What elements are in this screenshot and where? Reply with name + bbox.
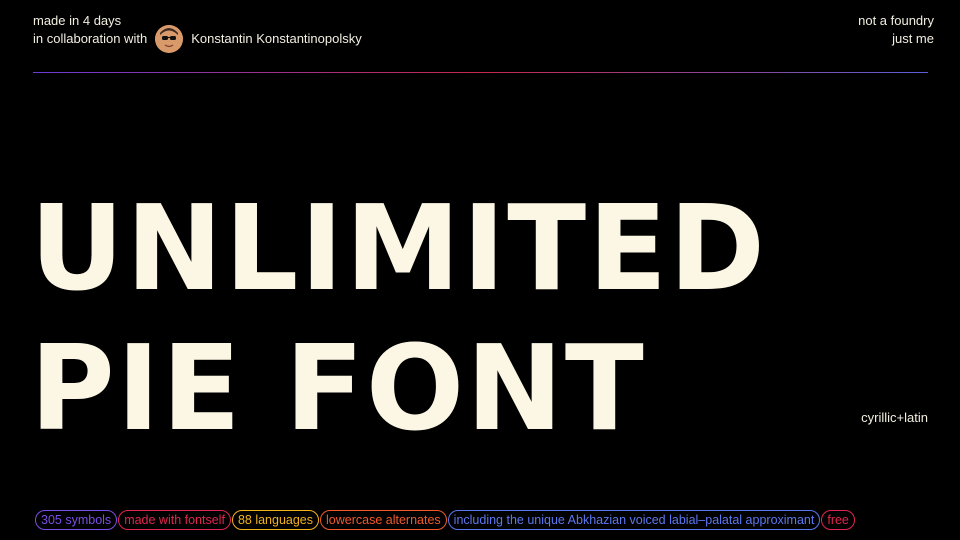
gradient-divider xyxy=(33,72,928,73)
collaboration-prefix: in collaboration with xyxy=(33,31,148,46)
foundry-line-2: just me xyxy=(892,31,934,46)
feature-tag: lowercase alternates xyxy=(320,510,447,530)
feature-tag: free xyxy=(821,510,855,530)
script-support-note: cyrillic+latin xyxy=(861,410,928,425)
header-credits: made in 4 days in collaboration with Kon… xyxy=(33,12,362,53)
feature-tags: 305 symbols made with fontself 88 language… xyxy=(35,510,855,530)
avatar[interactable] xyxy=(155,25,184,53)
feature-tag: including the unique Abkhazian voiced la… xyxy=(447,510,821,530)
feature-tag: made with fontself xyxy=(118,510,231,530)
header-foundry-note: not a foundry just me xyxy=(858,12,934,48)
font-title: UNLIMITED PIE FONT xyxy=(30,178,767,458)
title-line-1: UNLIMITED xyxy=(30,179,768,317)
collaboration-row: in collaboration with Konstantin Konstan… xyxy=(33,25,362,53)
feature-tag: 305 symbols xyxy=(35,510,118,530)
collaborator-name[interactable]: Konstantin Konstantinopolsky xyxy=(191,30,362,48)
feature-tag: 88 languages xyxy=(231,510,320,530)
title-line-2: PIE FONT xyxy=(30,319,646,457)
foundry-line-1: not a foundry xyxy=(858,13,934,28)
made-in-text: made in 4 days xyxy=(33,13,122,28)
